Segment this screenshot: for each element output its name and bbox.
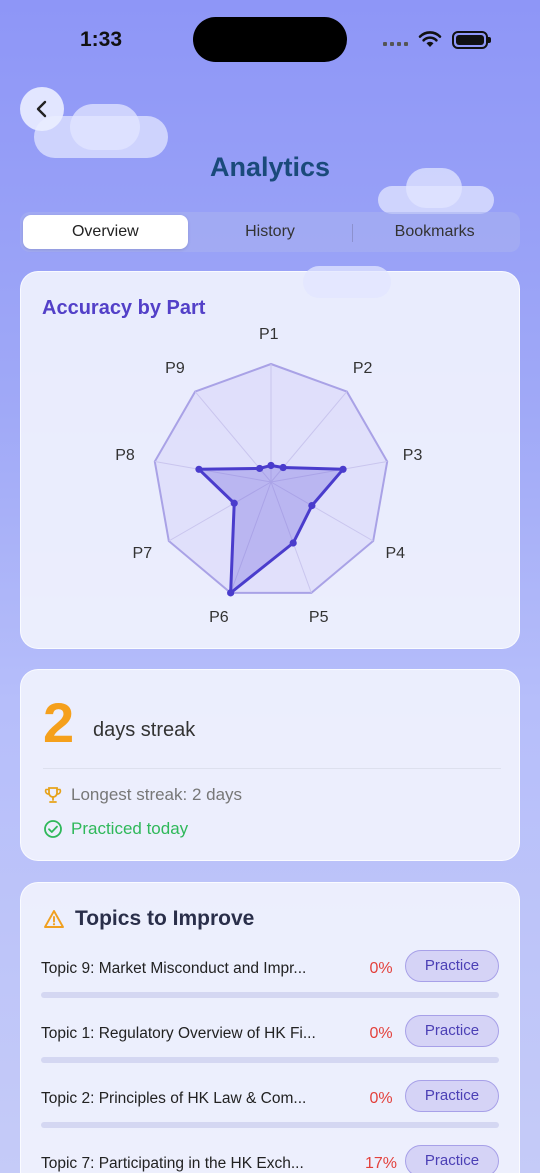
practice-button[interactable]: Practice [405,1145,499,1173]
practiced-today-text: Practiced today [71,819,189,838]
cloud-decoration [70,104,140,150]
radar-point [308,502,316,510]
practice-button[interactable]: Practice [405,950,499,982]
topic-percentage: 0% [369,1090,393,1107]
practiced-today: Practiced today [43,819,188,839]
divider [43,768,501,769]
topic-name: Topic 7: Participating in the HK Exch... [41,1155,304,1172]
topic-row: Topic 7: Participating in the HK Exch...… [41,1145,501,1173]
chevron-left-icon [36,100,47,118]
radar-axis-label: P2 [352,360,373,378]
radar-axis-label: P1 [259,326,279,343]
topic-percentage: 17% [364,1155,398,1172]
topic-percentage: 0% [369,960,393,977]
topic-row: Topic 2: Principles of HK Law & Com... 0… [41,1080,501,1132]
topic-row: Topic 1: Regulatory Overview of HK Fi...… [41,1015,501,1067]
radar-point [267,461,275,470]
tab-history[interactable]: History [188,215,353,249]
warning-icon [44,910,64,928]
topic-percentage: 0% [369,1025,393,1042]
radar-axis-label: P6 [209,609,229,627]
topic-progress-bar [41,1122,499,1128]
topic-name: Topic 9: Market Misconduct and Impr... [41,960,307,977]
longest-streak: Longest streak: 2 days [43,785,242,805]
radar-axis-label: P8 [115,446,135,464]
status-time: 1:33 [80,28,123,51]
radar-point [256,464,264,473]
check-circle-icon [44,820,62,838]
radar-point [227,589,235,597]
topic-name: Topic 2: Principles of HK Law & Com... [41,1090,307,1107]
page-title: Analytics [209,152,331,182]
radar-axis-label: P4 [385,545,406,562]
topic-progress-bar [41,1057,499,1063]
topic-progress-bar [41,992,499,998]
practice-button[interactable]: Practice [405,1015,499,1047]
radar-point [279,463,287,472]
topics-title: Topics to Improve [75,907,255,930]
topic-name: Topic 1: Regulatory Overview of HK Fi... [41,1025,316,1042]
streak-count: 2 [43,691,75,754]
tab-divider [352,224,353,242]
topics-card: Topics to Improve Topic 9: Market Miscon… [20,882,520,1173]
segmented-tabs: Overview History Bookmarks [20,212,520,252]
radar-axis-label: P7 [132,545,153,562]
trophy-icon [44,787,62,803]
radar-point [230,499,238,507]
topics-header: Topics to Improve [43,907,254,931]
radar-axis-label: P3 [402,446,423,464]
status-bar: 1:33 [0,0,540,80]
radar-axis-label: P9 [165,360,185,378]
radar-point [289,539,297,547]
tab-overview[interactable]: Overview [23,215,188,249]
back-button[interactable] [20,87,64,131]
wifi-icon [418,31,442,47]
longest-streak-text: Longest streak: 2 days [71,785,243,804]
streak-label: days streak [93,719,196,741]
radar-point [339,465,347,473]
tab-bookmarks[interactable]: Bookmarks [352,215,517,249]
accuracy-card: Accuracy by Part P1 P2 P3 P4 P5 P6 P7 P8 P9 [20,266,520,649]
radar-point [195,465,203,473]
signal-icon [383,42,408,46]
streak-card: 2 days streak Longest streak: 2 days Pra… [20,669,520,861]
practice-button[interactable]: Practice [405,1080,499,1112]
topic-row: Topic 9: Market Misconduct and Impr... 0… [41,950,501,1002]
dynamic-island [193,17,347,62]
radar-axis-label: P5 [308,609,329,627]
battery-icon [452,31,491,49]
